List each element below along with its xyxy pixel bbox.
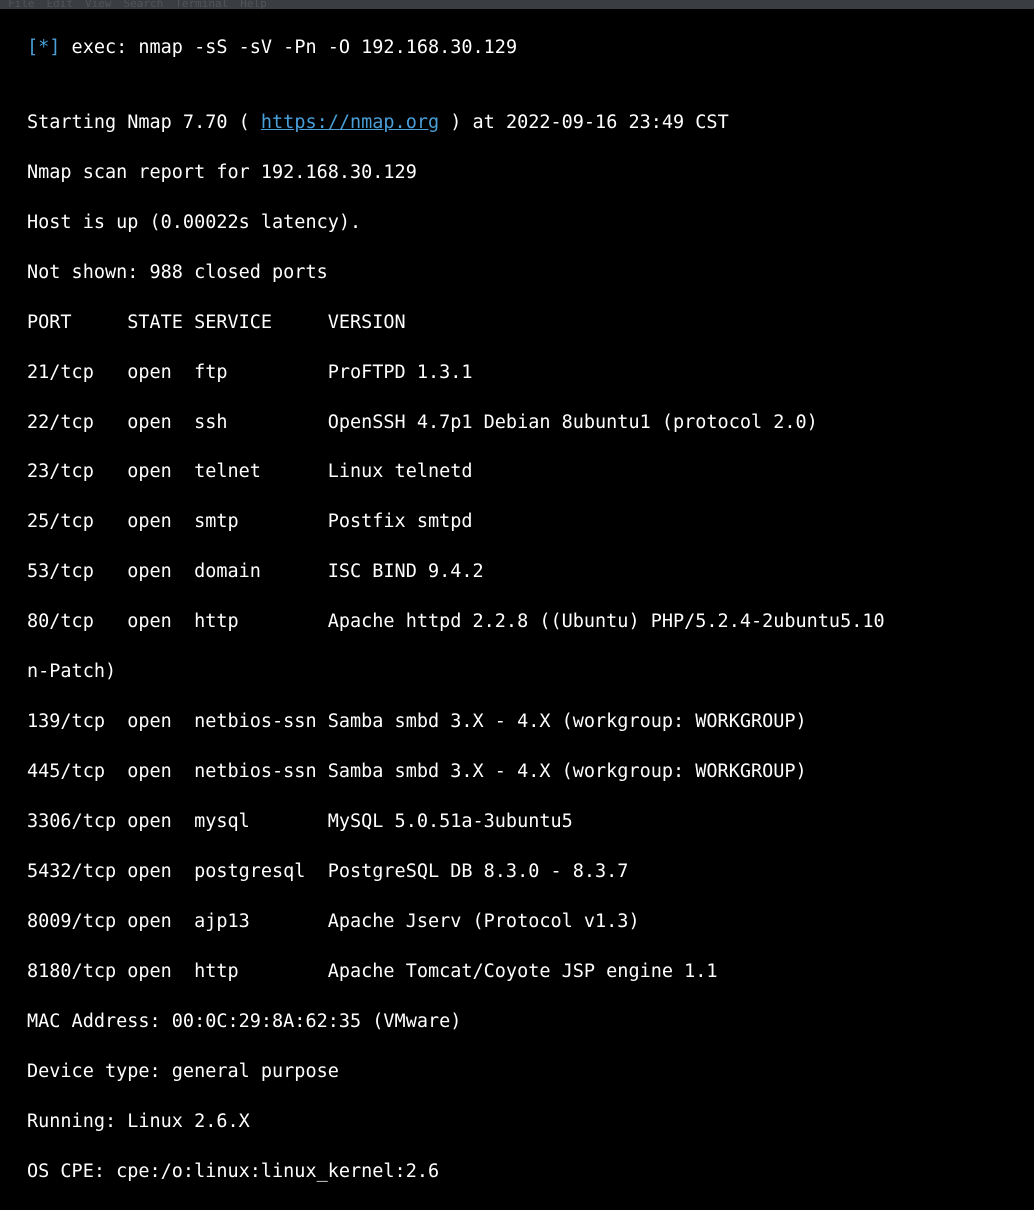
port-header-line: PORT STATE SERVICE VERSION	[27, 311, 1010, 336]
menubar: File Edit View Search Terminal Help	[0, 0, 1034, 9]
terminal-output[interactable]: [*] exec: nmap -sS -sV -Pn -O 192.168.30…	[0, 9, 1034, 1210]
device-type-line: Device type: general purpose	[27, 1060, 1010, 1085]
running-line: Running: Linux 2.6.X	[27, 1110, 1010, 1135]
port-row: 53/tcp open domain ISC BIND 9.4.2	[27, 560, 1010, 585]
port-row: 445/tcp open netbios-ssn Samba smbd 3.X …	[27, 760, 1010, 785]
mac-address-line: MAC Address: 00:0C:29:8A:62:35 (VMware)	[27, 1010, 1010, 1035]
port-row: 8009/tcp open ajp13 Apache Jserv (Protoc…	[27, 910, 1010, 935]
nmap-url-link[interactable]: https://nmap.org	[261, 112, 439, 133]
port-row: 22/tcp open ssh OpenSSH 4.7p1 Debian 8ub…	[27, 411, 1010, 436]
menu-file[interactable]: File	[8, 0, 35, 9]
port-row: 5432/tcp open postgresql PostgreSQL DB 8…	[27, 860, 1010, 885]
port-row: 3306/tcp open mysql MySQL 5.0.51a-3ubunt…	[27, 810, 1010, 835]
port-row: 25/tcp open smtp Postfix smtpd	[27, 510, 1010, 535]
scan-report-line: Nmap scan report for 192.168.30.129	[27, 161, 1010, 186]
nmap-start-line: Starting Nmap 7.70 ( https://nmap.org ) …	[27, 111, 1010, 136]
port-row: 8180/tcp open http Apache Tomcat/Coyote …	[27, 960, 1010, 985]
exec-label: exec:	[60, 37, 138, 58]
exec-command: nmap -sS -sV -Pn -O 192.168.30.129	[138, 37, 517, 58]
os-cpe-line: OS CPE: cpe:/o:linux:linux_kernel:2.6	[27, 1160, 1010, 1185]
port-row: 80/tcp open http Apache httpd 2.2.8 ((Ub…	[27, 610, 1010, 635]
prompt-bracket-close: ]	[49, 37, 60, 58]
port-row-wrap: n-Patch)	[27, 660, 1010, 685]
not-shown-line: Not shown: 988 closed ports	[27, 261, 1010, 286]
port-row: 23/tcp open telnet Linux telnetd	[27, 460, 1010, 485]
prompt-line: [*] exec: nmap -sS -sV -Pn -O 192.168.30…	[27, 36, 1010, 61]
prompt-star-icon: *	[38, 37, 49, 58]
port-row: 21/tcp open ftp ProFTPD 1.3.1	[27, 361, 1010, 386]
port-row: 139/tcp open netbios-ssn Samba smbd 3.X …	[27, 710, 1010, 735]
menu-help[interactable]: Help	[240, 0, 267, 9]
menu-search[interactable]: Search	[124, 0, 164, 9]
menu-terminal[interactable]: Terminal	[175, 0, 228, 9]
menu-edit[interactable]: Edit	[47, 0, 74, 9]
prompt-bracket-open: [	[27, 37, 38, 58]
menu-view[interactable]: View	[85, 0, 112, 9]
host-up-line: Host is up (0.00022s latency).	[27, 211, 1010, 236]
